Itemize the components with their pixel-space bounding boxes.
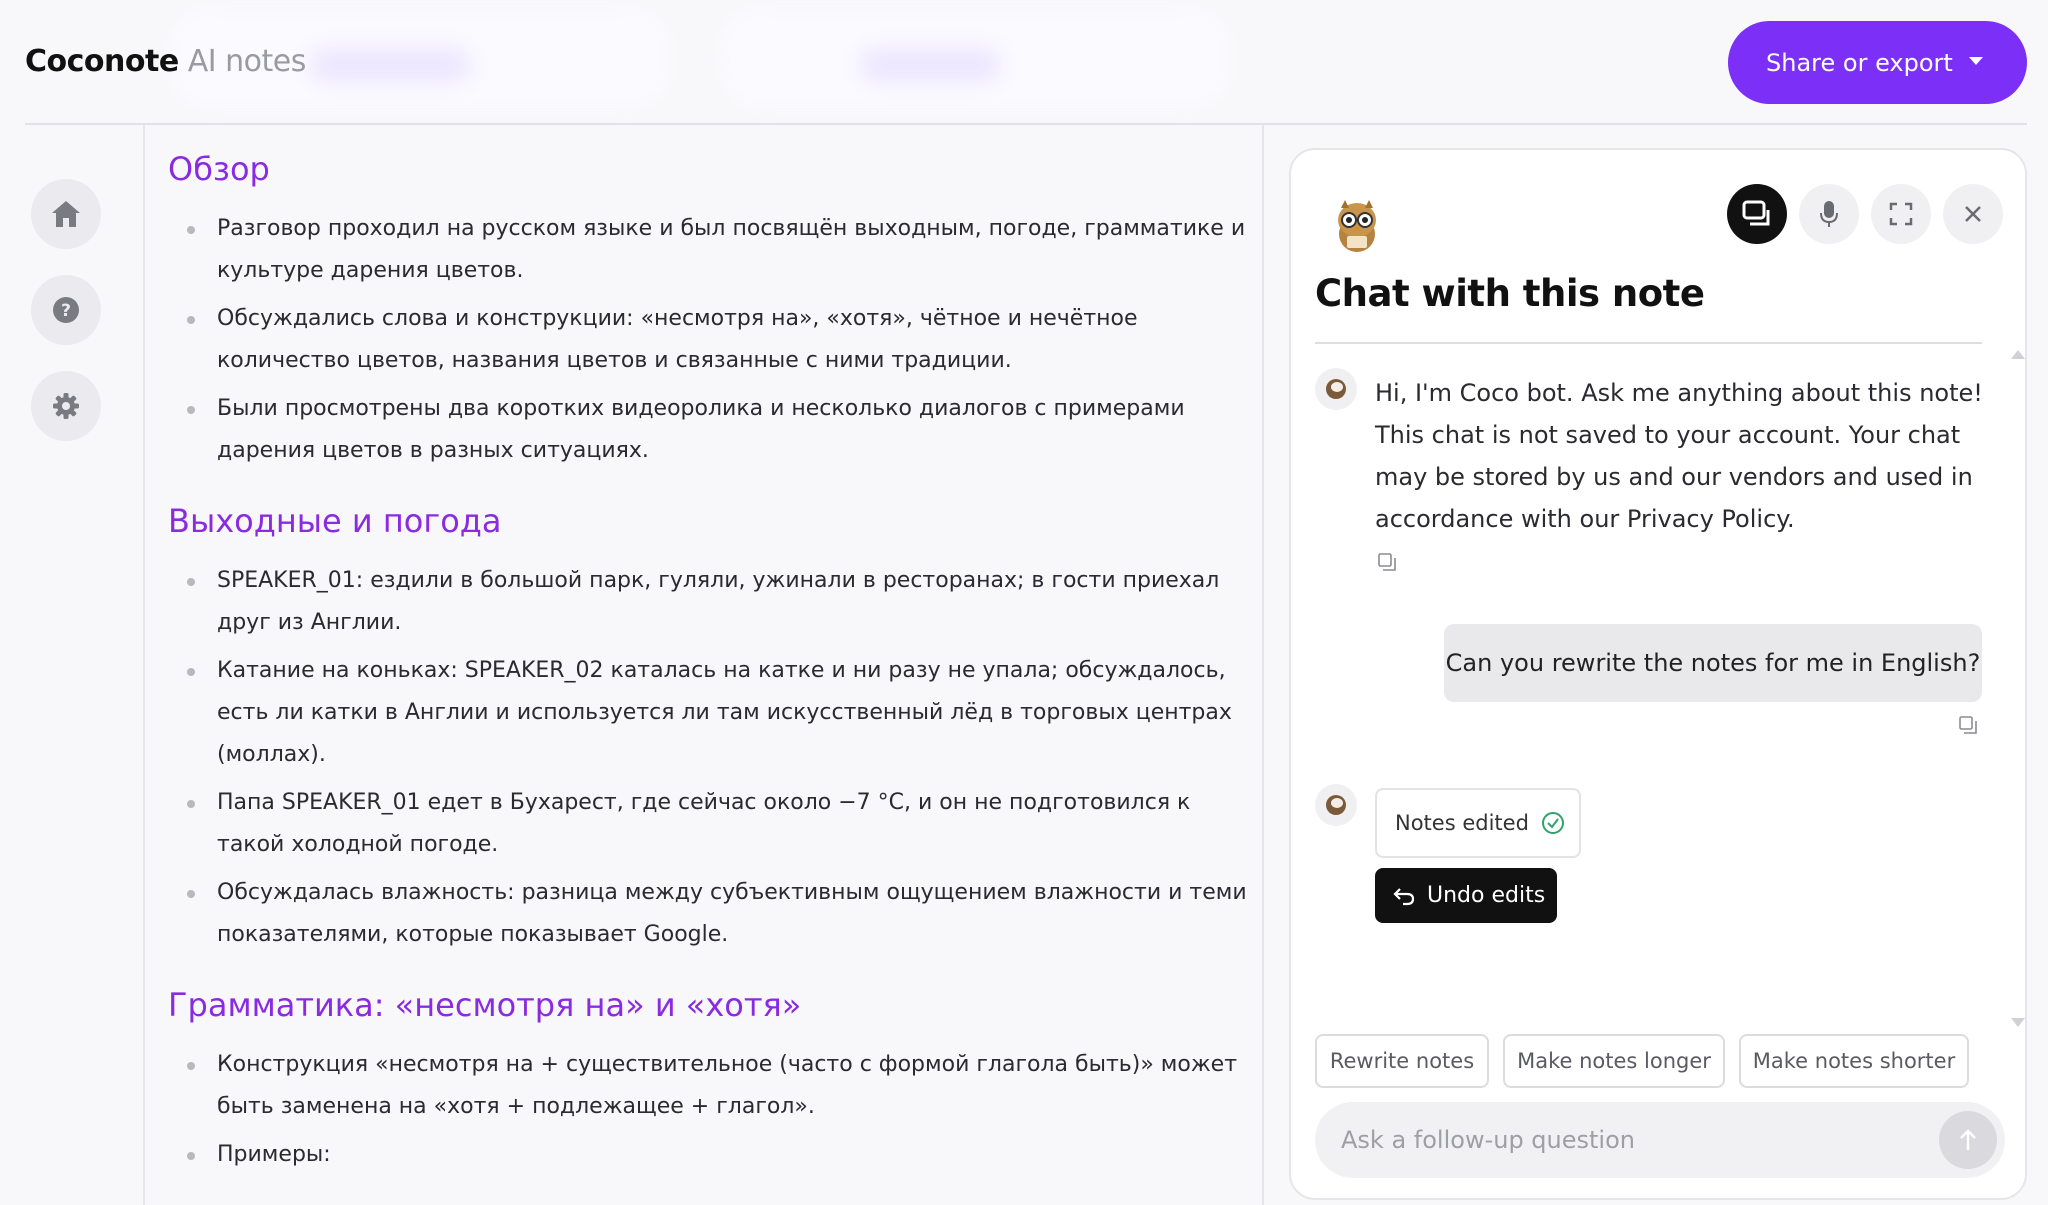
scroll-up-arrow-icon[interactable] [2011, 350, 2025, 359]
follow-up-input-container [1315, 1102, 2005, 1178]
list-item: Были просмотрены два коротких видеоролик… [187, 388, 1248, 472]
content-divider [1262, 125, 1264, 1205]
brand-name: Coconote [25, 44, 179, 79]
notes-section: Выходные и погода SPEAKER_01: ездили в б… [168, 502, 1248, 956]
bullet-list: Разговор проходил на русском языке и был… [168, 208, 1248, 472]
blurred-region [310, 48, 470, 82]
scroll-down-arrow-icon[interactable] [2011, 1018, 2025, 1027]
brand-subtitle: AI notes [187, 44, 307, 79]
undo-icon [1393, 887, 1415, 905]
chat-mode-button[interactable] [1727, 184, 1787, 244]
section-title: Грамматика: «несмотря на» и «хотя» [168, 986, 802, 1024]
sidebar-divider [143, 125, 145, 1205]
coconut-icon [1326, 379, 1346, 399]
list-item: Катание на коньках: SPEAKER_02 каталась … [187, 650, 1248, 776]
close-chat-button[interactable] [1943, 184, 2003, 244]
settings-button[interactable] [31, 371, 101, 441]
voice-button[interactable] [1799, 184, 1859, 244]
undo-edits-button[interactable]: Undo edits [1375, 868, 1557, 923]
blurred-region [860, 48, 1000, 82]
list-item: Обсуждалась влажность: разница между суб… [187, 872, 1248, 956]
send-button[interactable] [1939, 1111, 1997, 1169]
share-button-label: Share or export [1766, 48, 1953, 77]
list-item: Конструкция «несмотря на + существительн… [187, 1044, 1248, 1128]
chat-header-divider [1315, 342, 1982, 344]
app-logo[interactable]: Coconote AI notes [25, 44, 306, 79]
chevron-down-icon [1969, 57, 1983, 65]
gear-icon [53, 393, 79, 419]
header-divider [25, 123, 2027, 125]
bot-avatar [1315, 784, 1357, 826]
chat-bubbles-icon [1742, 200, 1770, 226]
notes-section: Грамматика: «несмотря на» и «хотя» Конст… [168, 986, 1248, 1176]
chat-title: Chat with this note [1315, 272, 1705, 315]
list-item: Обсуждались слова и конструкции: «несмот… [187, 298, 1248, 382]
section-title: Выходные и погода [168, 502, 502, 540]
arrow-up-icon [1960, 1129, 1976, 1150]
owl-mascot-icon [1338, 200, 1376, 252]
notes-section: Обзор Разговор проходил на русском языке… [168, 150, 1248, 472]
home-button[interactable] [31, 179, 101, 249]
make-notes-shorter-button[interactable]: Make notes shorter [1739, 1034, 1969, 1088]
make-notes-longer-button[interactable]: Make notes longer [1503, 1034, 1725, 1088]
list-item: Разговор проходил на русском языке и был… [187, 208, 1248, 292]
fullscreen-button[interactable] [1871, 184, 1931, 244]
expand-icon [1889, 202, 1913, 226]
list-item: SPEAKER_01: ездили в большой парк, гулял… [187, 560, 1248, 644]
help-button[interactable]: ? [31, 275, 101, 345]
bullet-list: Конструкция «несмотря на + существительн… [168, 1044, 1248, 1176]
user-message: Can you rewrite the notes for me in Engl… [1444, 624, 1982, 702]
follow-up-input[interactable] [1341, 1122, 1921, 1158]
check-circle-icon [1541, 812, 1564, 834]
list-item: Примеры: [187, 1134, 1248, 1176]
top-bar: Coconote AI notes Share or export [0, 0, 2048, 124]
svg-text:?: ? [61, 301, 71, 321]
copy-icon[interactable] [1958, 715, 1978, 735]
bullet-list: SPEAKER_01: ездили в большой парк, гулял… [168, 560, 1248, 956]
chat-panel: Chat with this note Hi, I'm Coco bot. As… [1289, 148, 2027, 1200]
list-item: Папа SPEAKER_01 едет в Бухарест, где сей… [187, 782, 1248, 866]
section-title: Обзор [168, 150, 270, 188]
bot-avatar [1315, 368, 1357, 410]
microphone-icon [1820, 201, 1838, 227]
notes-edited-label: Notes edited [1395, 811, 1529, 835]
notes-edited-status: Notes edited [1375, 788, 1581, 858]
share-or-export-button[interactable]: Share or export [1728, 21, 2027, 104]
copy-icon[interactable] [1377, 552, 1397, 572]
bot-message: Hi, I'm Coco bot. Ask me anything about … [1375, 379, 1983, 533]
coconut-icon [1326, 795, 1346, 815]
undo-edits-label: Undo edits [1427, 883, 1546, 908]
home-icon [52, 201, 80, 227]
notes-content: Обзор Разговор проходил на русском языке… [168, 150, 1248, 1205]
close-icon [1965, 206, 1981, 222]
help-icon: ? [53, 297, 79, 323]
rewrite-notes-button[interactable]: Rewrite notes [1315, 1034, 1489, 1088]
